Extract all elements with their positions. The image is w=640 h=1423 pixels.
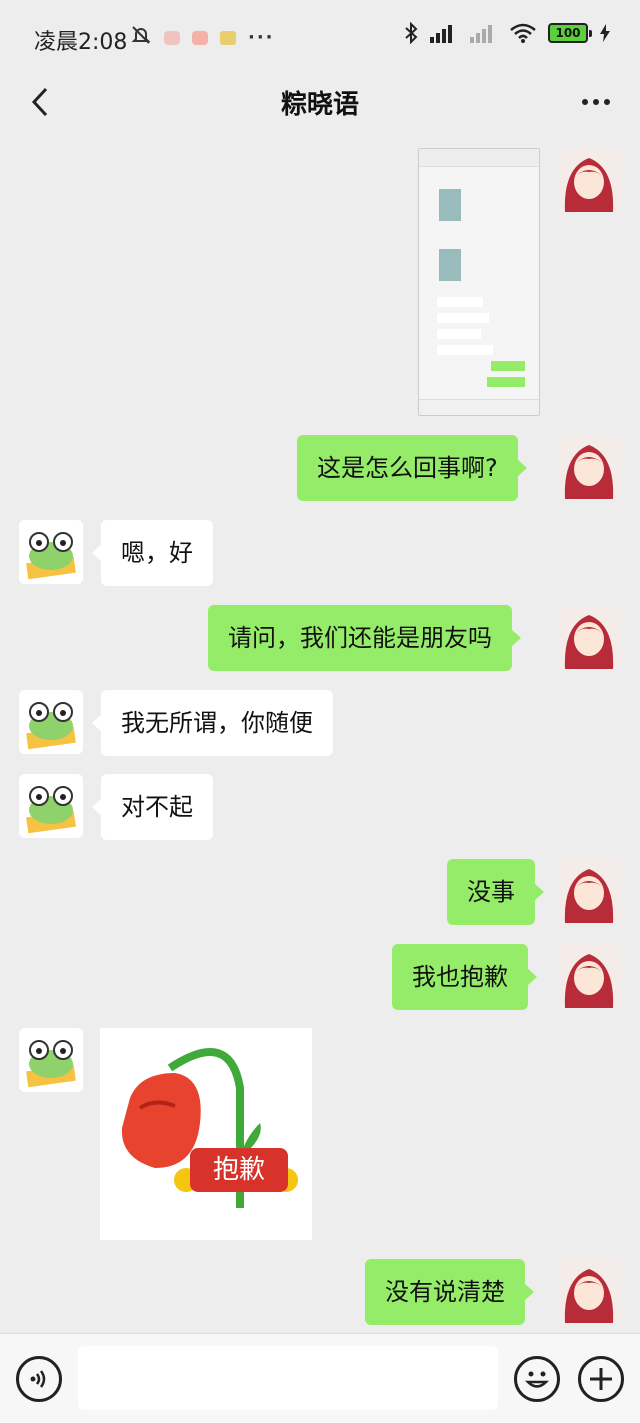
avatar-self[interactable] bbox=[557, 605, 621, 669]
thumb-header bbox=[419, 149, 539, 167]
avatar-contact[interactable] bbox=[19, 520, 83, 584]
message-bubble[interactable]: 这是怎么回事啊? bbox=[297, 435, 527, 501]
thumb-image bbox=[439, 249, 461, 281]
thumb-line bbox=[487, 377, 525, 387]
plus-button[interactable] bbox=[578, 1356, 624, 1402]
avatar-contact[interactable] bbox=[19, 690, 83, 754]
chat-header: 粽晓语 bbox=[0, 70, 640, 134]
image-message[interactable] bbox=[418, 148, 540, 416]
thumb-line bbox=[437, 297, 483, 307]
avatar-self[interactable] bbox=[557, 944, 621, 1008]
message-bubble[interactable]: 我也抱歉 bbox=[392, 944, 537, 1010]
emoji-button[interactable] bbox=[514, 1356, 560, 1402]
battery-icon: 100 bbox=[548, 23, 592, 43]
message-bubble[interactable]: 嗯，好 bbox=[92, 520, 213, 586]
message-bubble[interactable]: 对不起 bbox=[92, 774, 213, 840]
thumb-line bbox=[437, 345, 493, 355]
more-button[interactable] bbox=[576, 80, 616, 124]
thumb-line bbox=[491, 361, 525, 371]
app-notification-icon bbox=[220, 30, 236, 45]
charging-icon bbox=[600, 24, 610, 42]
input-bar bbox=[0, 1333, 640, 1423]
emoji-icon bbox=[524, 1371, 550, 1388]
avatar-self[interactable] bbox=[557, 435, 621, 499]
thumb-image bbox=[439, 189, 461, 221]
sticker-caption: 抱歉 bbox=[190, 1148, 288, 1192]
avatar-contact[interactable] bbox=[19, 1028, 83, 1092]
thumb-line bbox=[437, 329, 481, 339]
more-dot bbox=[593, 99, 599, 105]
bluetooth-icon bbox=[405, 22, 418, 44]
wifi-icon bbox=[510, 23, 536, 43]
app-notification-icon bbox=[192, 30, 208, 45]
status-time: 凌晨2:08 bbox=[34, 30, 128, 55]
plus-icon bbox=[590, 1368, 612, 1390]
more-dot bbox=[582, 99, 588, 105]
message-bubble[interactable]: 没事 bbox=[447, 859, 544, 925]
message-bubble[interactable]: 没有说清楚 bbox=[365, 1259, 534, 1325]
avatar-self[interactable] bbox=[557, 859, 621, 923]
more-dot bbox=[604, 99, 610, 105]
message-bubble[interactable]: 请问，我们还能是朋友吗 bbox=[208, 605, 521, 671]
thumb-line bbox=[437, 313, 489, 323]
mute-icon bbox=[130, 24, 152, 51]
signal-icon bbox=[430, 25, 452, 43]
more-notifications-icon: ··· bbox=[248, 27, 275, 48]
chat-title: 粽晓语 bbox=[280, 90, 359, 120]
signal-2-icon bbox=[470, 25, 492, 43]
voice-button[interactable] bbox=[16, 1356, 62, 1402]
notification-icons: ··· bbox=[130, 24, 275, 51]
message-input[interactable] bbox=[78, 1346, 498, 1410]
wilted-rose-icon bbox=[121, 1048, 298, 1208]
avatar-contact[interactable] bbox=[19, 774, 83, 838]
status-bar: 凌晨2:08 ··· 100 bbox=[0, 0, 640, 70]
voice-icon bbox=[30, 1370, 46, 1388]
avatar-self[interactable] bbox=[557, 1259, 621, 1323]
avatar-self[interactable] bbox=[557, 148, 621, 212]
thumb-input bbox=[419, 399, 539, 415]
app-notification-icon bbox=[164, 30, 180, 45]
status-right: 100 bbox=[404, 22, 610, 44]
message-bubble[interactable]: 我无所谓，你随便 bbox=[92, 690, 333, 756]
sticker-message[interactable]: 抱歉 bbox=[100, 1028, 312, 1240]
